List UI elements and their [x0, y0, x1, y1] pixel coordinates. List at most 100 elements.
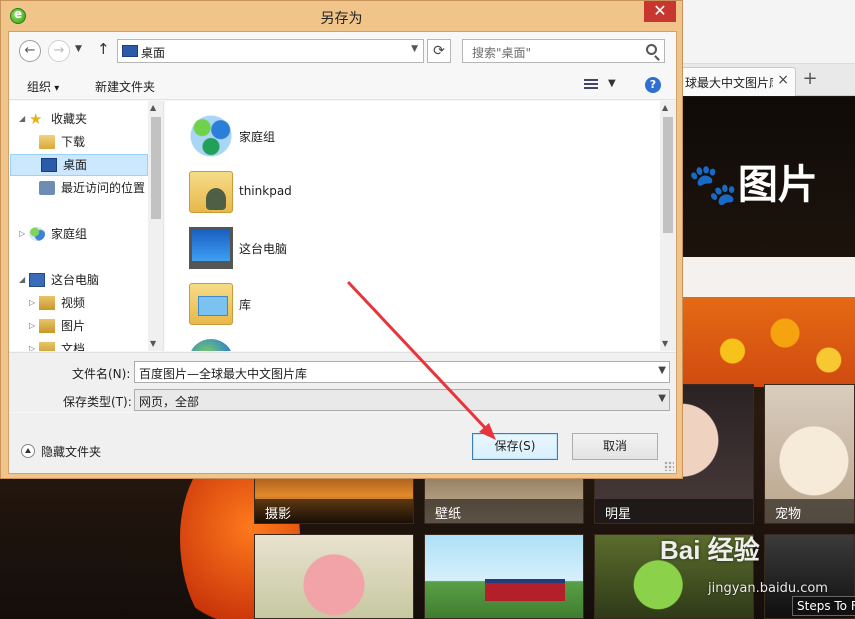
desktop-icon — [41, 158, 57, 172]
list-item[interactable]: thinkpad — [185, 167, 385, 217]
user-folder-icon — [189, 171, 233, 213]
nav-item-desktop[interactable]: 桌面 — [10, 154, 148, 176]
chevron-down-icon[interactable]: ▼ — [658, 365, 666, 376]
scroll-down-arrow-icon[interactable]: ▼ — [662, 339, 668, 348]
nav-item-downloads[interactable]: 下载 — [9, 132, 149, 154]
library-icon — [189, 283, 233, 325]
nav-item-label: 家庭组 — [51, 227, 88, 241]
dialog-titlebar[interactable]: 另存为 ✕ — [1, 1, 682, 31]
collapse-up-icon[interactable] — [21, 444, 35, 458]
address-bar[interactable]: 桌面 ▼ — [117, 39, 424, 63]
forward-button[interactable]: → — [48, 40, 70, 62]
nav-item-pictures[interactable]: ▷ 图片 — [9, 316, 149, 338]
dialog-footer: 隐藏文件夹 保存(S) 取消 — [9, 413, 676, 473]
collapsed-arrow-icon[interactable]: ▷ — [29, 339, 35, 351]
collapsed-arrow-icon[interactable]: ▷ — [19, 224, 25, 244]
organize-menu-button[interactable]: 组织 — [27, 78, 59, 95]
train-image — [485, 579, 565, 601]
save-button[interactable]: 保存(S) — [472, 433, 558, 460]
save-fields: 文件名(N): 百度图片—全球最大中文图片库 ▼ 保存类型(T): 网页，全部 … — [9, 352, 676, 412]
chevron-down-icon[interactable]: ▼ — [608, 78, 616, 89]
nav-item-homegroup[interactable]: ▷ 家庭组 — [9, 224, 149, 246]
list-item[interactable] — [185, 335, 385, 351]
browser-tab-title: 球最大中文图片库 — [685, 76, 773, 90]
expanded-arrow-icon[interactable]: ◢ — [19, 270, 25, 290]
refresh-button[interactable]: ⟳ — [427, 39, 451, 63]
nav-item-label: 图片 — [61, 319, 86, 333]
homegroup-icon — [189, 115, 233, 157]
navigation-pane: ◢ ★ 收藏夹 下载 桌面 最近访问的位置 ▷ 家庭组 ◢ 这台电脑 ▷ 视频 … — [9, 101, 164, 351]
help-icon[interactable]: ? — [645, 77, 661, 93]
nav-item-favorites[interactable]: ◢ ★ 收藏夹 — [9, 109, 149, 131]
file-name: 家庭组 — [239, 130, 276, 144]
scroll-up-arrow-icon[interactable]: ▲ — [662, 103, 668, 112]
image-tile-rose[interactable] — [254, 534, 414, 619]
chevron-down-icon[interactable]: ▼ — [411, 44, 418, 54]
nav-item-this-pc[interactable]: ◢ 这台电脑 — [9, 270, 149, 292]
scroll-up-arrow-icon[interactable]: ▲ — [150, 103, 156, 112]
computer-icon — [29, 273, 45, 287]
logo-text: 图片 — [737, 162, 818, 208]
close-tab-icon[interactable]: × — [777, 72, 789, 88]
nav-scrollbar[interactable]: ▲ ▼ — [148, 101, 163, 351]
search-input[interactable]: 搜索"桌面" — [462, 39, 665, 63]
address-location: 桌面 — [141, 46, 166, 60]
filename-label: 文件名(N): — [72, 367, 131, 381]
steps-badge: Steps To F — [792, 596, 855, 616]
search-placeholder: 搜索"桌面" — [472, 46, 532, 60]
nav-item-label: 最近访问的位置 — [61, 181, 146, 195]
image-tile-train[interactable] — [424, 534, 584, 619]
nav-item-videos[interactable]: ▷ 视频 — [9, 293, 149, 315]
filetype-label: 保存类型(T): — [63, 395, 132, 409]
new-tab-button[interactable]: + — [800, 70, 820, 90]
scrollbar-thumb[interactable] — [151, 117, 161, 219]
cancel-button[interactable]: 取消 — [572, 433, 658, 460]
collapsed-arrow-icon[interactable]: ▷ — [29, 293, 35, 313]
file-name: thinkpad — [239, 184, 292, 198]
chevron-down-icon[interactable]: ▼ — [658, 393, 666, 404]
computer-icon — [189, 227, 233, 269]
list-item[interactable]: 这台电脑 — [185, 223, 385, 273]
resize-grip[interactable] — [664, 461, 674, 471]
back-button[interactable]: ← — [19, 40, 41, 62]
recent-places-icon — [39, 181, 55, 195]
browser-tab[interactable]: 球最大中文图片库 × — [676, 67, 796, 96]
dialog-title: 另存为 — [320, 11, 363, 27]
pictures-folder-icon — [39, 319, 55, 333]
nav-item-label: 下载 — [61, 135, 86, 149]
tile-label: 宠物 — [765, 499, 854, 523]
list-item[interactable]: 家庭组 — [185, 111, 385, 161]
banner-strip — [680, 257, 855, 297]
filetype-select[interactable]: 网页，全部 ▼ — [134, 389, 670, 411]
category-tile-pets[interactable]: 宠物 — [764, 384, 855, 524]
hide-folders-button[interactable]: 隐藏文件夹 — [41, 443, 101, 460]
filename-field[interactable]: 百度图片—全球最大中文图片库 ▼ — [134, 361, 670, 383]
nav-item-recent-places[interactable]: 最近访问的位置 — [9, 178, 149, 200]
network-icon — [189, 339, 233, 351]
list-item[interactable]: 库 — [185, 279, 385, 329]
watermark-url: jingyan.baidu.com — [708, 581, 828, 596]
collapsed-arrow-icon[interactable]: ▷ — [29, 316, 35, 336]
videos-folder-icon — [39, 296, 55, 310]
nav-item-label: 这台电脑 — [51, 273, 100, 287]
nav-item-label: 文档 — [61, 342, 86, 351]
save-as-dialog: 另存为 ✕ ← → ▼ ↑ 桌面 ▼ ⟳ 搜索"桌面" 组织 新建文件夹 ▼ ? — [0, 0, 683, 479]
file-list: 家庭组 thinkpad 这台电脑 库 ▲ ▼ — [165, 101, 676, 351]
scrollbar-thumb[interactable] — [663, 117, 673, 233]
nav-item-label: 收藏夹 — [51, 112, 88, 126]
up-folder-button[interactable]: ↑ — [97, 40, 110, 58]
tile-label: 摄影 — [255, 499, 413, 523]
search-icon — [646, 44, 657, 55]
paw-logo-icon: 🐾 — [688, 162, 738, 208]
close-dialog-button[interactable]: ✕ — [644, 1, 676, 22]
nav-item-documents[interactable]: ▷ 文档 — [9, 339, 149, 351]
file-list-scrollbar[interactable]: ▲ ▼ — [660, 101, 676, 351]
homegroup-icon — [29, 227, 45, 241]
filetype-value: 网页，全部 — [139, 395, 200, 409]
flower-banner-image — [680, 297, 855, 387]
recent-locations-dropdown[interactable]: ▼ — [75, 44, 82, 54]
view-options-icon[interactable] — [584, 79, 598, 91]
expanded-arrow-icon[interactable]: ◢ — [19, 109, 25, 129]
new-folder-button[interactable]: 新建文件夹 — [95, 78, 155, 95]
scroll-down-arrow-icon[interactable]: ▼ — [150, 339, 156, 348]
